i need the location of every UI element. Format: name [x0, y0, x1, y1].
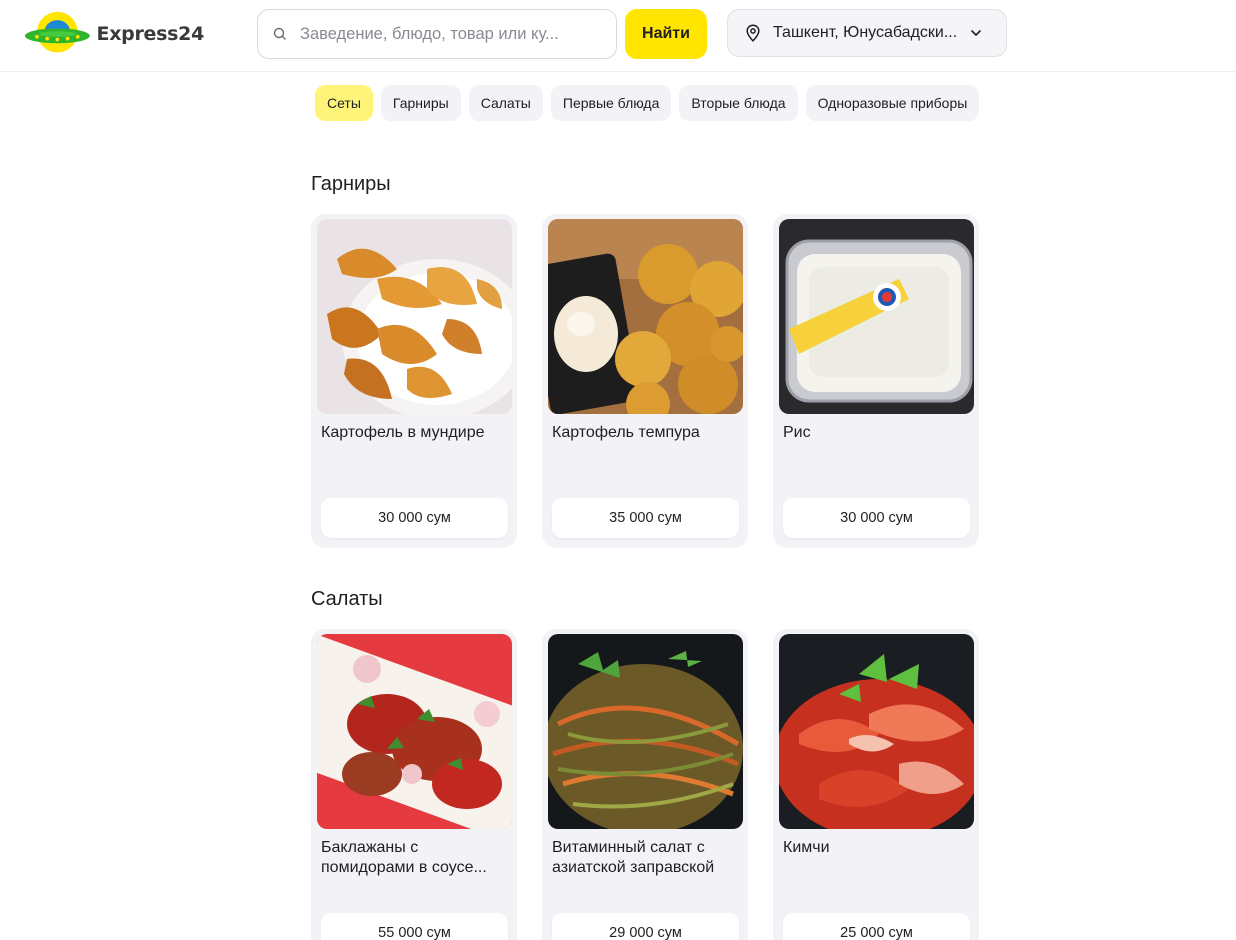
- chevron-down-icon: [971, 30, 981, 36]
- product-name: Кимчи: [783, 839, 830, 856]
- ufo-logo-icon: [24, 11, 90, 53]
- product-grid-sides: Картофель в мундире 30 000 сум Картофель…: [311, 214, 979, 548]
- product-image-tempura-potato: [548, 219, 743, 414]
- category-chip-disposable-cutlery[interactable]: Одноразовые приборы: [805, 85, 980, 121]
- product-image-rice-container: [779, 219, 974, 414]
- product-name: Картофель в мундире: [321, 424, 485, 441]
- product-image-potato-wedges: [317, 219, 512, 414]
- add-to-cart-price-button[interactable]: 35 000 сум: [552, 498, 739, 538]
- search-icon: [273, 27, 286, 40]
- header: Express24 Найти Ташкент, Юнусабадски...: [0, 0, 1236, 72]
- product-card[interactable]: Картофель в мундире 30 000 сум: [311, 214, 517, 548]
- product-card[interactable]: Баклажаны с помидорами в соусе... 55 000…: [311, 629, 517, 940]
- add-to-cart-price-button[interactable]: 30 000 сум: [321, 498, 508, 538]
- product-name: Витаминный салат с азиатской заправской: [552, 839, 715, 876]
- category-chip-salads[interactable]: Салаты: [468, 85, 543, 121]
- category-chip-first-courses[interactable]: Первые блюда: [550, 85, 672, 121]
- product-card[interactable]: Картофель темпура 35 000 сум: [542, 214, 748, 548]
- product-name: Баклажаны с помидорами в соусе...: [321, 839, 487, 876]
- add-to-cart-price-button[interactable]: 25 000 сум: [783, 913, 970, 940]
- add-to-cart-price-button[interactable]: 30 000 сум: [783, 498, 970, 538]
- logo-text: Express24: [96, 23, 205, 45]
- category-chip-second-courses[interactable]: Вторые блюда: [679, 85, 798, 121]
- location-text: Ташкент, Юнусабадски...: [773, 24, 958, 41]
- section-title-sides: Гарниры: [311, 173, 391, 195]
- product-card[interactable]: Кимчи 25 000 сум: [773, 629, 979, 940]
- product-card[interactable]: Витаминный салат с азиатской заправской …: [542, 629, 748, 940]
- add-to-cart-price-button[interactable]: 55 000 сум: [321, 913, 508, 940]
- product-image-kimchi: [779, 634, 974, 829]
- product-name: Картофель темпура: [552, 424, 700, 441]
- product-name: Рис: [783, 424, 811, 441]
- section-title-salads: Салаты: [311, 588, 383, 610]
- product-image-vitamin-salad: [548, 634, 743, 829]
- add-to-cart-price-button[interactable]: 29 000 сум: [552, 913, 739, 940]
- location-selector[interactable]: Ташкент, Юнусабадски...: [727, 9, 1007, 57]
- product-grid-salads: Баклажаны с помидорами в соусе... 55 000…: [311, 629, 979, 940]
- find-button[interactable]: Найти: [625, 9, 707, 59]
- category-chip-sets[interactable]: Сеты: [315, 85, 373, 121]
- product-card[interactable]: Рис 30 000 сум: [773, 214, 979, 548]
- category-chip-sides[interactable]: Гарниры: [380, 85, 461, 121]
- category-tabs: Сеты Гарниры Салаты Первые блюда Вторые …: [315, 85, 980, 121]
- logo[interactable]: Express24: [24, 8, 204, 60]
- search-box[interactable]: [257, 9, 617, 59]
- product-image-eggplant-tomato: [317, 634, 512, 829]
- search-input[interactable]: [300, 24, 600, 44]
- location-pin-icon: [746, 24, 760, 42]
